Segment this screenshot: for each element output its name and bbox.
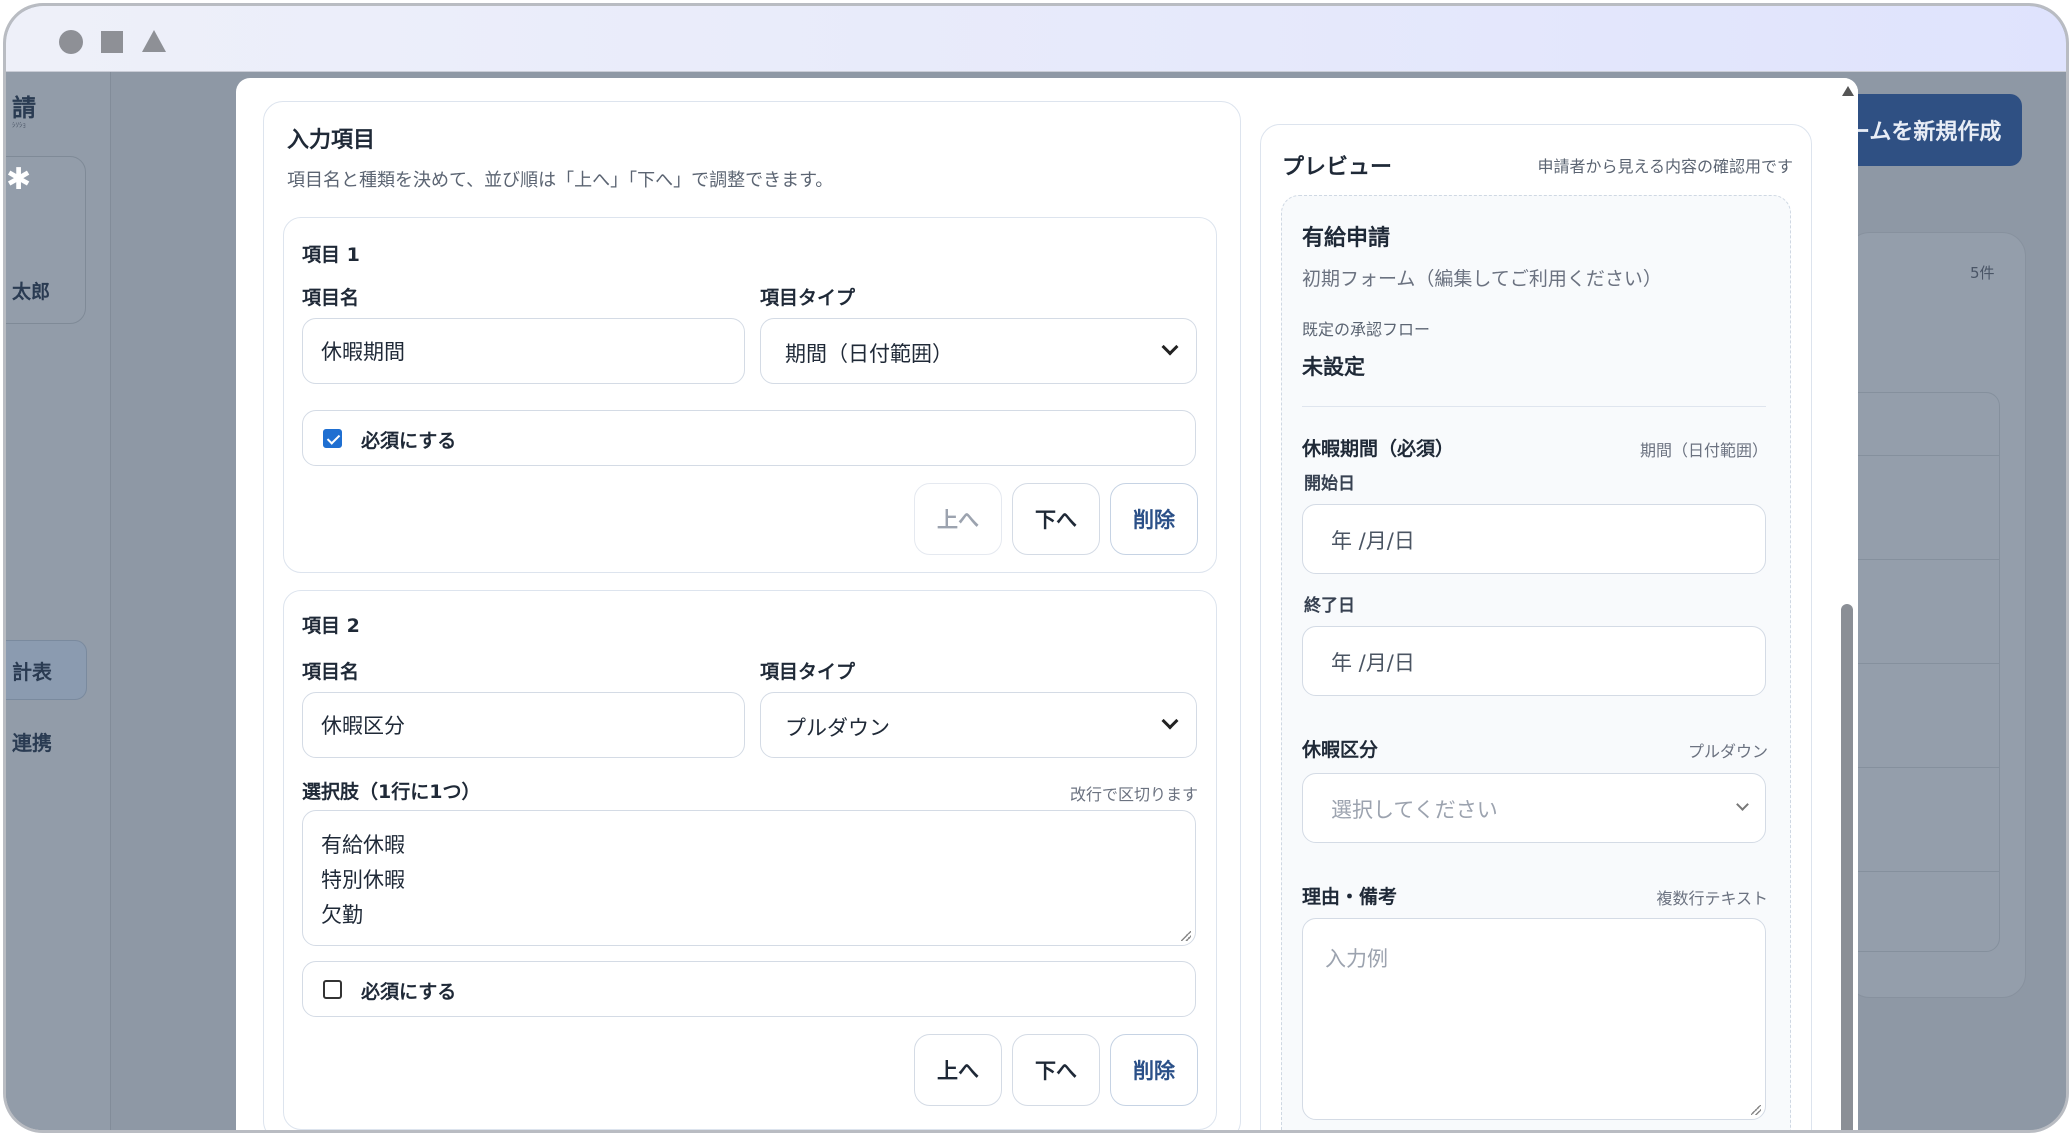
choices-textarea[interactable]: 有給休暇 特別休暇 欠勤 <box>302 810 1196 946</box>
form-description: 初期フォーム（編集してご利用ください） <box>1302 268 1662 290</box>
required-label: 必須にする <box>361 981 457 1003</box>
field-type-select[interactable]: 期間（日付範囲） <box>760 318 1197 384</box>
preview-title: プレビュー <box>1282 155 1393 180</box>
move-down-button[interactable]: 下へ <box>1012 1034 1100 1106</box>
chevron-down-icon <box>1161 712 1179 730</box>
choice-line: 欠勤 <box>321 903 363 927</box>
scroll-up-icon[interactable] <box>1842 86 1854 96</box>
browser-window: 請 ｼｿｼｮ ✱ 太郎 計表 連携 ームを新規作成 5件 入力項目 項目名と種類… <box>3 3 2069 1133</box>
field-type-select[interactable]: プルダウン <box>760 692 1197 758</box>
preview-panel: プレビュー 申請者から見える内容の確認用です 有給申請 初期フォーム（編集してご… <box>1260 124 1812 1130</box>
avatar-icon: ✱ <box>6 162 32 197</box>
end-date-label: 終了日 <box>1304 596 1355 616</box>
field-type-value: プルダウン <box>785 716 890 740</box>
table-row <box>1846 663 2000 664</box>
new-form-button-label: ームを新規作成 <box>1848 120 2002 145</box>
leave-type-select[interactable]: 選択してください <box>1302 773 1766 843</box>
brand-subtitle: ｼｿｼｮ <box>12 121 26 129</box>
delete-button[interactable]: 削除 <box>1110 483 1198 555</box>
choices-hint: 改行で区切ります <box>1069 785 1198 804</box>
reason-textarea[interactable]: 入力例 <box>1302 918 1766 1120</box>
preview-field-type: プルダウン <box>1687 742 1768 761</box>
resize-handle-icon[interactable] <box>1181 931 1191 941</box>
section-description: 項目名と種類を決めて、並び順は「上へ」「下へ」で調整できます。 <box>287 170 834 191</box>
choices-label: 選択肢（1行に1つ） <box>302 781 481 803</box>
chevron-down-icon <box>1736 798 1749 811</box>
date-placeholder: 年 /月/日 <box>1331 529 1415 553</box>
field-type-value: 期間（日付範囲） <box>785 342 953 366</box>
form-editor-modal: 入力項目 項目名と種類を決めて、並び順は「上へ」「下へ」で調整できます。 項目 … <box>236 78 1858 1130</box>
move-down-button[interactable]: 下へ <box>1012 483 1100 555</box>
field-name-label: 項目名 <box>302 287 360 309</box>
title-bar <box>6 6 2066 72</box>
preview-field-type: 期間（日付範囲） <box>1639 441 1768 460</box>
table-row <box>1846 455 2000 456</box>
chevron-down-icon <box>1161 338 1179 356</box>
form-count: 5件 <box>1970 264 1995 282</box>
field-type-label: 項目タイプ <box>760 661 856 683</box>
form-name: 有給申請 <box>1302 226 1391 251</box>
textarea-placeholder: 入力例 <box>1325 947 1388 971</box>
preview-field-label: 休暇区分 <box>1302 739 1379 761</box>
required-toggle[interactable]: 必須にする <box>302 410 1196 466</box>
choice-line: 特別休暇 <box>321 868 405 892</box>
delete-button[interactable]: 削除 <box>1110 1034 1198 1106</box>
required-toggle[interactable]: 必須にする <box>302 961 1196 1017</box>
user-name: 太郎 <box>12 281 51 303</box>
section-title: 入力項目 <box>287 128 376 153</box>
required-checkbox[interactable] <box>323 429 342 448</box>
required-label: 必須にする <box>361 430 457 452</box>
sidebar-item-report[interactable]: 計表 <box>12 656 52 685</box>
preview-field-type: 複数行テキスト <box>1656 889 1768 908</box>
start-date-label: 開始日 <box>1304 474 1355 494</box>
preview-form: 有給申請 初期フォーム（編集してご利用ください） 既定の承認フロー 未設定 休暇… <box>1281 195 1791 1130</box>
field-name-input[interactable] <box>302 692 745 758</box>
form-list-table <box>1846 392 2000 952</box>
table-row <box>1846 559 2000 560</box>
move-up-button[interactable]: 上へ <box>914 483 1002 555</box>
field-item-1: 項目 1 項目名 項目タイプ 期間（日付範囲） 必須にする 上へ 下へ 削除 <box>283 217 1217 573</box>
field-type-label: 項目タイプ <box>760 287 856 309</box>
end-date-input[interactable]: 年 /月/日 <box>1302 626 1766 696</box>
brand-logo: 請 <box>12 94 36 122</box>
start-date-input[interactable]: 年 /月/日 <box>1302 504 1766 574</box>
move-up-button[interactable]: 上へ <box>914 1034 1002 1106</box>
triangle-icon[interactable] <box>142 30 166 52</box>
date-placeholder: 年 /月/日 <box>1331 651 1415 675</box>
preview-field-label: 休暇期間（必須） <box>1302 438 1455 460</box>
resize-handle-icon[interactable] <box>1751 1105 1761 1115</box>
item-title: 項目 2 <box>302 615 360 637</box>
divider <box>1302 406 1766 407</box>
approval-flow-label: 既定の承認フロー <box>1302 320 1431 339</box>
preview-subtitle: 申請者から見える内容の確認用です <box>1537 157 1793 176</box>
table-row <box>1846 871 2000 872</box>
field-name-label: 項目名 <box>302 661 360 683</box>
preview-field-label: 理由・備考 <box>1302 886 1398 908</box>
select-placeholder: 選択してください <box>1331 798 1498 822</box>
approval-flow-value: 未設定 <box>1302 355 1365 379</box>
item-title: 項目 1 <box>302 244 360 266</box>
choice-line: 有給休暇 <box>321 833 405 857</box>
field-item-2: 項目 2 項目名 項目タイプ プルダウン 選択肢（1行に1つ） 改行で区切ります… <box>283 590 1217 1130</box>
table-row <box>1846 767 2000 768</box>
sidebar-item-integration[interactable]: 連携 <box>12 727 52 756</box>
scrollbar-thumb[interactable] <box>1841 604 1853 1130</box>
circle-icon[interactable] <box>59 30 83 54</box>
required-checkbox[interactable] <box>323 980 342 999</box>
field-name-input[interactable] <box>302 318 745 384</box>
square-icon[interactable] <box>101 31 123 53</box>
sidebar: 請 ｼｿｼｮ ✱ 太郎 計表 連携 <box>6 72 111 1130</box>
